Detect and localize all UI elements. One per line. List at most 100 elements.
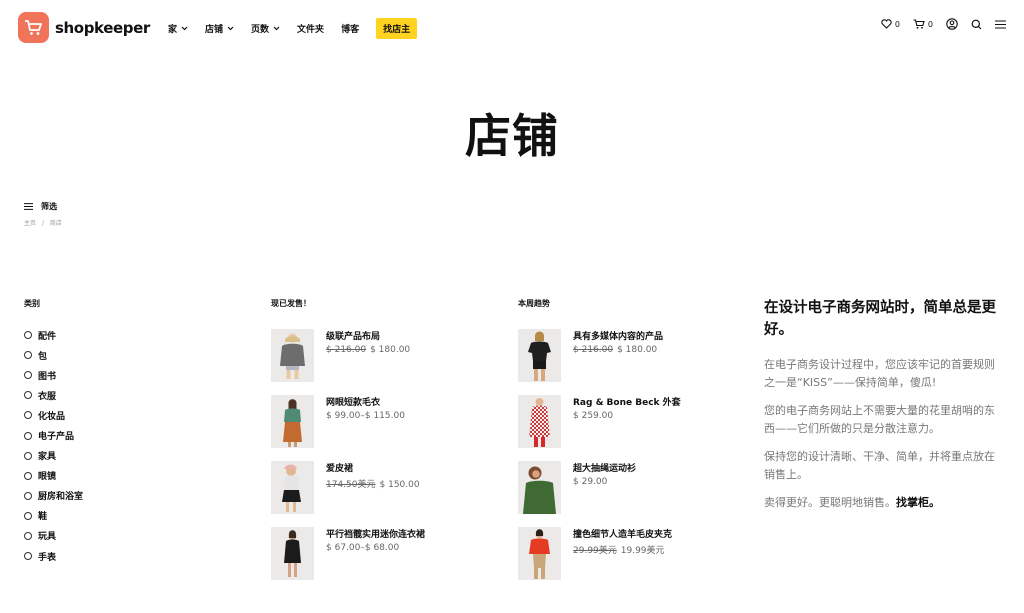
nav-item-home[interactable]: 家 (168, 22, 188, 35)
wishlist-button[interactable]: 0 (881, 19, 900, 29)
onsale-product-list: 级联产品布局 $ 216.00 $ 180.00 网眼短款毛衣 $ 99.00–$… (271, 326, 491, 590)
radio-icon (24, 431, 32, 440)
trending-product-list: 具有多媒体内容的产品 $ 216.00 $ 180.00 Rag & Bone B… (518, 326, 738, 590)
radio-icon (24, 371, 32, 380)
site-header: shopkeeper 家 店铺 页数 文件夹 博客 找店主 0 0 (0, 0, 1024, 54)
category-item[interactable]: 家具 (24, 446, 83, 466)
product-thumbnail[interactable] (271, 395, 314, 448)
product-price: $ 259.00 (573, 411, 613, 421)
product-name[interactable]: 撞色细节人造羊毛皮夹克 (573, 527, 672, 540)
category-item[interactable]: 配件 (24, 325, 83, 345)
current-price: $ 180.00 (617, 345, 658, 355)
page-title: 店铺 (465, 109, 559, 163)
product-thumbnail[interactable] (518, 527, 561, 580)
product-item: Rag & Bone Beck 外套 $ 259.00 (518, 392, 738, 458)
category-item[interactable]: 电子产品 (24, 425, 83, 445)
category-item[interactable]: 玩具 (24, 526, 83, 546)
current-price: $ 99.00–$ 115.00 (326, 411, 405, 421)
category-item[interactable]: 图书 (24, 365, 83, 385)
chevron-down-icon (273, 26, 280, 31)
nav-item-blog[interactable]: 博客 (341, 22, 359, 35)
product-thumbnail[interactable] (518, 461, 561, 514)
category-item[interactable]: 衣服 (24, 385, 83, 405)
promo-paragraph: 保持您的设计清晰、干净、简单，并将重点放在销售上。 (764, 450, 995, 481)
category-item[interactable]: 鞋 (24, 506, 83, 526)
header-tools: 0 0 (868, 18, 1006, 30)
product-item: 具有多媒体内容的产品 $ 216.00 $ 180.00 (518, 326, 738, 392)
cart-logo-icon (18, 12, 49, 43)
nav-item-label: 家 (168, 25, 178, 35)
radio-icon (24, 391, 32, 400)
filter-toggle[interactable]: 筛选 (24, 201, 57, 212)
hamburger-icon (995, 19, 1006, 29)
category-item[interactable]: 化妆品 (24, 405, 83, 425)
account-button[interactable] (946, 18, 958, 30)
category-item[interactable]: 包 (24, 345, 83, 365)
cart-icon (913, 19, 925, 29)
current-price: $ 150.00 (379, 480, 420, 490)
nav-item-pages[interactable]: 页数 (251, 22, 280, 35)
promo-heading: 在设计电子商务网站时，简单总是更好。 (764, 300, 996, 338)
breadcrumb-current: 商店 (49, 220, 62, 227)
wishlist-count: 0 (894, 19, 900, 29)
category-list: 配件 包 图书 衣服 化妆品 电子产品 家具 眼镜 厨房和浴室 鞋 玩具 手表 (24, 325, 83, 566)
cart-button[interactable]: 0 (913, 19, 933, 29)
product-price: $ 216.00 $ 180.00 (326, 345, 410, 355)
category-label: 电子产品 (38, 432, 75, 443)
product-item: 级联产品布局 $ 216.00 $ 180.00 (271, 326, 491, 392)
product-price: 29.99美元 19.99美元 (573, 543, 665, 556)
product-item: 网眼短款毛衣 $ 99.00–$ 115.00 (271, 392, 491, 458)
product-name[interactable]: 网眼短款毛衣 (326, 395, 380, 408)
product-thumbnail[interactable] (271, 329, 314, 382)
product-price: $ 29.00 (573, 477, 607, 487)
promo-link[interactable]: 找掌柜。 (896, 496, 940, 509)
radio-icon (24, 411, 32, 420)
current-price: $ 180.00 (370, 345, 411, 355)
product-thumbnail[interactable] (271, 527, 314, 580)
category-item[interactable]: 手表 (24, 546, 83, 566)
menu-button[interactable] (995, 19, 1006, 29)
nav-item-label: 页数 (251, 25, 270, 35)
nav-item-portfolio[interactable]: 文件夹 (297, 22, 324, 35)
product-name[interactable]: Rag & Bone Beck 外套 (573, 395, 681, 408)
product-thumbnail[interactable] (518, 329, 561, 382)
radio-icon (24, 471, 32, 480)
filter-label: 筛选 (41, 202, 57, 211)
old-price: $ 216.00 (573, 345, 614, 355)
product-name[interactable]: 具有多媒体内容的产品 (573, 329, 663, 342)
promo-paragraph: 在电子商务设计过程中，您应该牢记的首要规则之一是“KISS”——保持简单，傻瓜! (764, 358, 995, 389)
product-name[interactable]: 超大抽绳运动衫 (573, 461, 636, 474)
brand-name: shopkeeper (55, 18, 150, 37)
radio-icon (24, 331, 32, 340)
search-button[interactable] (971, 19, 982, 30)
product-name[interactable]: 平行裆髋实用迷你连衣裙 (326, 527, 425, 540)
promo-paragraph: 卖得更好。更聪明地销售。找掌柜。 (764, 494, 1004, 512)
current-price: $ 29.00 (573, 477, 608, 487)
category-label: 配件 (38, 331, 57, 342)
promo-tagline: 卖得更好。更聪明地销售。 (764, 496, 896, 509)
product-price: $ 67.00–$ 68.00 (326, 543, 399, 553)
promo-paragraph: 您的电子商务网站上不需要大量的花里胡哨的东西——它们所做的只是分散注意力。 (764, 404, 995, 435)
product-name[interactable]: 爱皮裙 (326, 461, 353, 474)
nav-item-shop[interactable]: 店铺 (205, 22, 234, 35)
product-thumbnail[interactable] (518, 395, 561, 448)
breadcrumb-home[interactable]: 主页 (24, 220, 36, 227)
radio-icon (24, 491, 32, 500)
brand-logo[interactable]: shopkeeper (18, 12, 150, 43)
category-label: 厨房和浴室 (38, 492, 84, 503)
chevron-down-icon (181, 26, 188, 31)
filter-lines-icon (24, 203, 33, 210)
category-label: 眼镜 (38, 472, 57, 483)
category-item[interactable]: 眼镜 (24, 466, 83, 486)
category-label: 玩具 (38, 532, 57, 543)
breadcrumb-separator: / (41, 220, 44, 227)
category-item[interactable]: 厨房和浴室 (24, 486, 83, 506)
cart-count: 0 (927, 19, 933, 29)
old-price: $ 216.00 (326, 345, 367, 355)
product-name[interactable]: 级联产品布局 (326, 329, 380, 342)
nav-badge-find-shopkeeper[interactable]: 找店主 (376, 18, 418, 39)
product-thumbnail[interactable] (271, 461, 314, 514)
product-price: $ 99.00–$ 115.00 (326, 411, 405, 421)
product-item: 撞色细节人造羊毛皮夹克 29.99美元 19.99美元 (518, 524, 738, 590)
onsale-title: 现已发售！ (271, 299, 311, 308)
